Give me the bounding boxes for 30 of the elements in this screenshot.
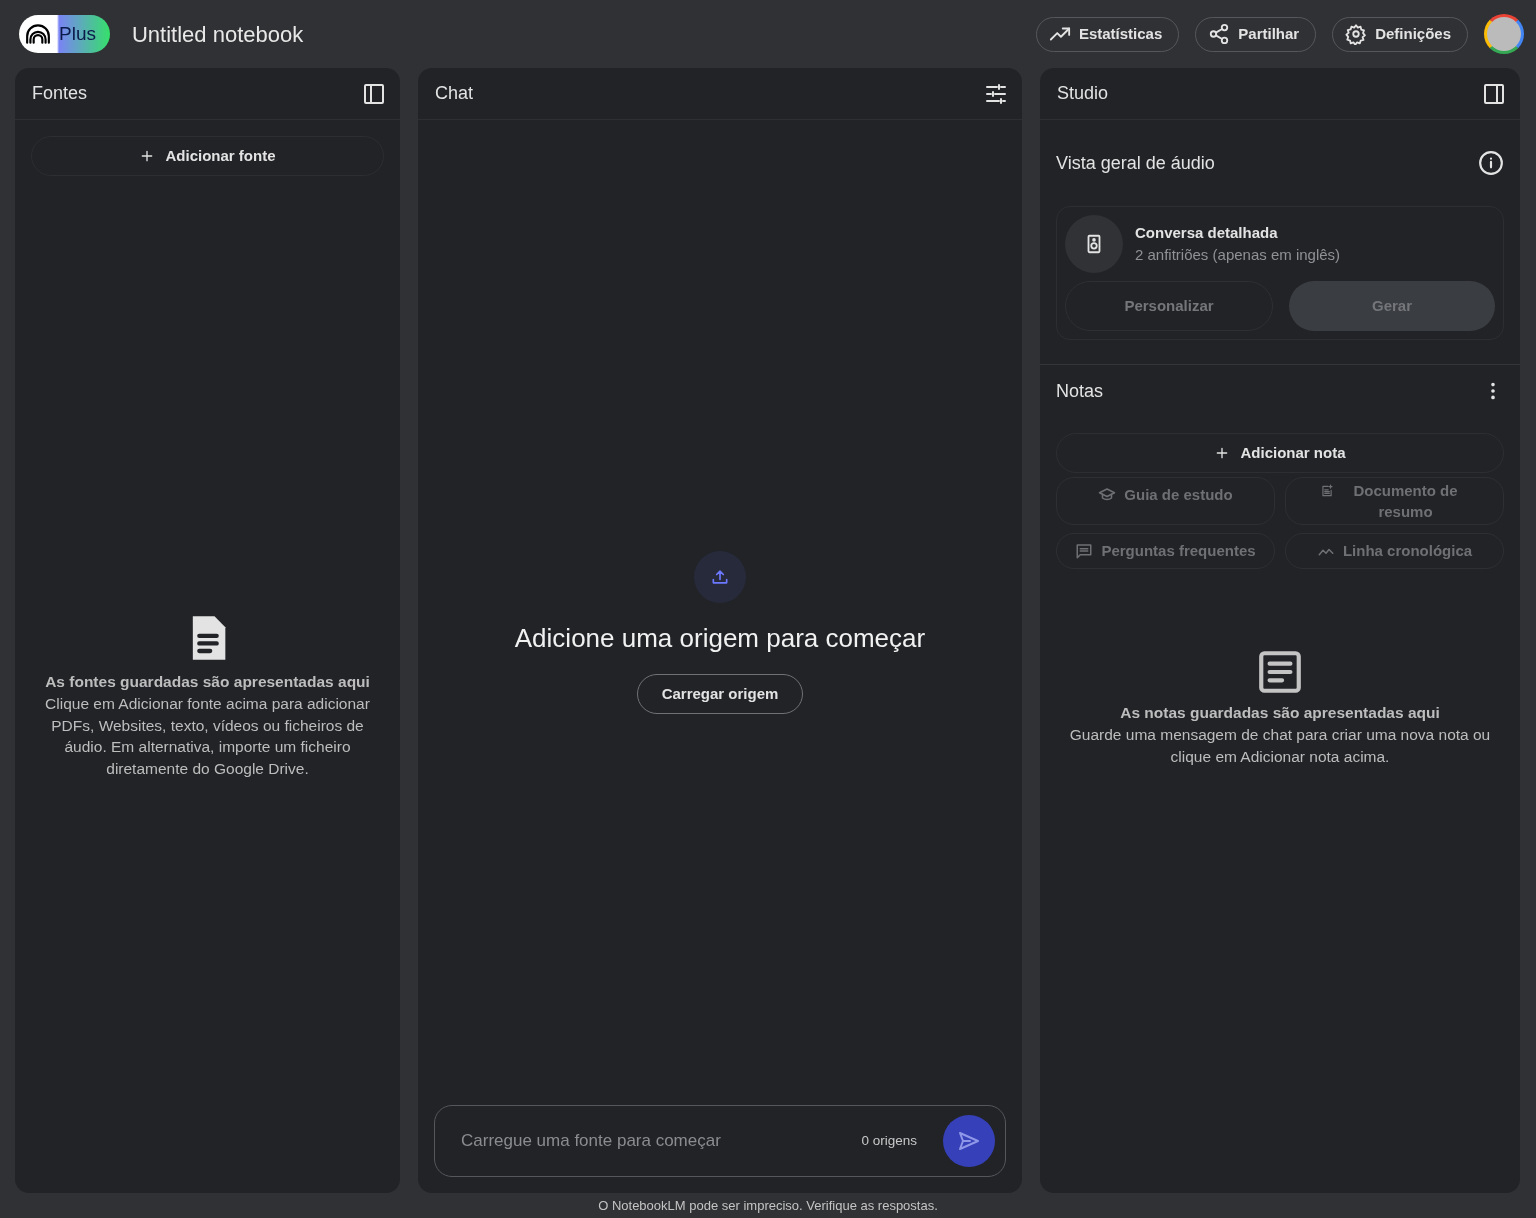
- panel-title: Studio: [1057, 82, 1109, 105]
- empty-state-heading: As fontes guardadas são apresentadas aqui: [45, 672, 370, 692]
- section-title: Notas: [1056, 379, 1104, 403]
- panel-title: Fontes: [32, 82, 88, 105]
- empty-state-text: Guarde uma mensagem de chat para criar uma nova nota ou clique em Adicionar nota acima.: [1068, 725, 1492, 767]
- empty-state-text: Clique em Adicionar fonte acima para adicionar PDFs, Websites, texto, vídeos ou ficheiros de áudio. Em alternativa, importe um ficheiro diretamente do Google Drive.: [44, 694, 371, 779]
- share-icon: [1208, 23, 1231, 45]
- send-button[interactable]: [943, 1115, 995, 1167]
- panel-toggle-icon[interactable]: [362, 81, 386, 106]
- settings-icon: [1345, 23, 1368, 45]
- logo-icon: [25, 21, 51, 47]
- chat-input-box[interactable]: Carregue uma fonte para começar 0 origens: [434, 1105, 1006, 1177]
- chat-icon: [1075, 542, 1094, 560]
- plus-badge: Plus: [19, 15, 110, 53]
- info-icon[interactable]: [1478, 150, 1504, 176]
- upload-icon: [710, 567, 730, 587]
- source-count: 0 origens: [861, 1131, 917, 1150]
- disclaimer-text: O NotebookLM pode ser impreciso. Verifique as respostas.: [597, 1197, 939, 1215]
- send-icon: [957, 1129, 981, 1153]
- sliders-icon[interactable]: [984, 81, 1008, 106]
- panel-title: Chat: [435, 82, 474, 105]
- chat-input-field[interactable]: Carregue uma fonte para começar: [459, 1127, 862, 1155]
- card-subtitle: 2 anfitriões (apenas em inglês): [1135, 245, 1341, 265]
- panel-toggle-icon[interactable]: [1482, 81, 1506, 106]
- notebook-title: Untitled notebook: [131, 20, 304, 49]
- empty-state-heading: As notas guardadas são apresentadas aqui: [1120, 703, 1440, 723]
- section-title: Vista geral de áudio: [1056, 151, 1215, 175]
- card-title: Conversa detalhada: [1135, 222, 1279, 243]
- chat-empty-heading: Adicione uma origem para começar: [514, 622, 926, 655]
- avatar[interactable]: [1484, 14, 1524, 54]
